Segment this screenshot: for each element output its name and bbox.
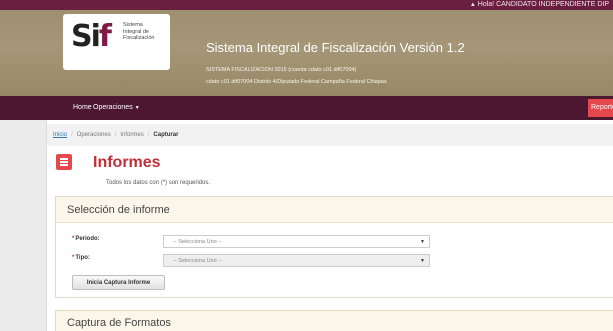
header: Sif Sistema Integral de Fiscalización Si… — [0, 10, 613, 96]
logo-mark: Sif — [71, 19, 112, 54]
breadcrumb-informes: Informes — [120, 132, 144, 138]
periodo-select-value: -- Selecciona Uno -- — [173, 239, 222, 245]
logo-letter-f: f — [98, 19, 112, 54]
dropdown-arrow-icon: ▼ — [420, 239, 425, 245]
nav-home[interactable]: Home — [73, 104, 92, 111]
format-capture-panel-heading: Captura de Formatos — [55, 310, 613, 331]
periodo-select[interactable]: -- Selecciona Uno -- ▼ — [163, 235, 430, 248]
logo-letter-s: S — [71, 19, 93, 54]
logo-letter-i: i — [90, 19, 101, 54]
tipo-label-text: Tipo: — [75, 255, 90, 261]
main-content: Inicio / Operaciones / Informes / Capturar Inf… — [46, 120, 613, 331]
tipo-select[interactable]: -- Selecciona Uno -- ▼ — [163, 254, 430, 267]
app-title: Sistema Integral de Fiscalización Versió… — [206, 40, 465, 55]
sif-logo[interactable]: Sif Sistema Integral de Fiscalización — [63, 14, 170, 70]
tipo-select-value: -- Selecciona Uno -- — [173, 258, 222, 264]
page-title: Informes — [93, 154, 161, 171]
top-strip: ▲ Hola! CANDIDATO INDEPENDIENTE DIP — [0, 0, 613, 10]
breadcrumb-inicio[interactable]: Inicio — [53, 132, 67, 138]
main-nav: Home Operaciones▼ Reporte — [0, 96, 613, 120]
user-menu[interactable]: ▲ Hola! CANDIDATO INDEPENDIENTE DIP — [470, 1, 609, 8]
report-button[interactable]: Reporte — [588, 99, 613, 117]
required-note: Todos los datos con (*) son requeridos. — [106, 180, 211, 186]
breadcrumb: Inicio / Operaciones / Informes / Capturar — [47, 124, 613, 146]
periodo-label-text: Periodo: — [75, 236, 100, 242]
required-asterisk: * — [72, 236, 75, 242]
nav-operaciones-label: Operaciones — [93, 104, 133, 111]
logo-subtitle-3: Fiscalización — [123, 35, 155, 41]
required-asterisk: * — [72, 255, 75, 261]
user-label: Hola! CANDIDATO INDEPENDIENTE DIP — [477, 1, 609, 8]
dropdown-arrow-icon: ▼ — [420, 258, 425, 264]
panel-heading: Selección de informe — [56, 197, 613, 223]
breadcrumb-operaciones: Operaciones — [76, 132, 111, 138]
chevron-down-icon: ▼ — [134, 105, 140, 111]
account-info: SISTEMA FISCALIZACION 2015 (cuenta cdato… — [206, 67, 357, 73]
breadcrumb-capturar: Capturar — [153, 132, 179, 138]
user-icon: ▲ — [469, 2, 476, 8]
nav-operaciones[interactable]: Operaciones ▼ — [93, 104, 140, 111]
tipo-label: *Tipo: — [72, 255, 90, 261]
periodo-label: *Periodo: — [72, 236, 100, 242]
logo-subtitle: Sistema Integral de Fiscalización — [123, 22, 154, 42]
report-selection-panel: Selección de informe *Periodo: -- Selecc… — [55, 196, 613, 298]
menu-list-icon — [56, 154, 72, 170]
district-info: cdato c01 dif07004 Distrito 4/Diputado F… — [206, 79, 387, 85]
start-capture-button[interactable]: Inicia Captura Informe — [72, 275, 165, 290]
